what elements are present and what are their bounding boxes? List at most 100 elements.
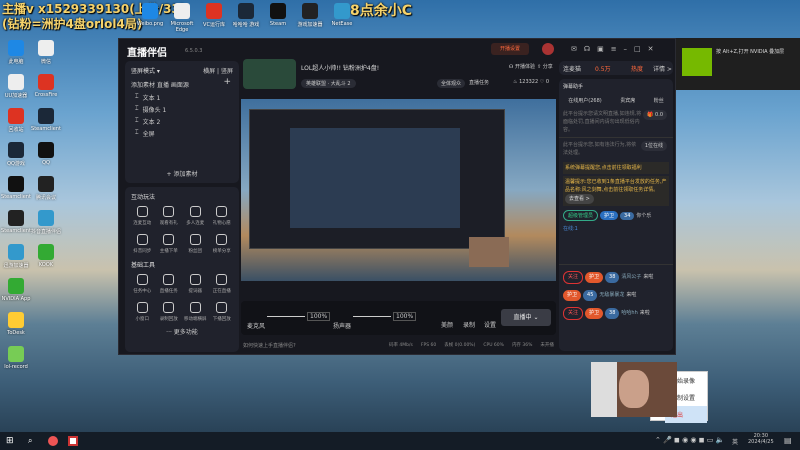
avatar[interactable]	[542, 43, 554, 55]
task-button[interactable]: 直播任务	[469, 79, 489, 86]
tab-landscape[interactable]: 横屏	[203, 68, 215, 75]
source-item[interactable]: ⌶ 摄像头 1	[135, 105, 231, 117]
desktop-icon[interactable]: 腾讯会议	[28, 176, 64, 201]
mic-slider[interactable]	[267, 316, 305, 317]
desktop-icon-label: NetEase	[331, 21, 353, 27]
desktop-icon[interactable]: QQ	[28, 142, 64, 166]
notice-view-button[interactable]: 去查看 >	[565, 194, 594, 204]
interact-item[interactable]: 多人连麦	[182, 206, 209, 226]
source-item[interactable]: ⌶ 全屏	[135, 129, 231, 141]
interact-item[interactable]: 抖音同步	[129, 234, 156, 254]
share-link[interactable]: ⇪ 分享	[537, 63, 553, 70]
settings-button[interactable]: 设置	[484, 320, 496, 329]
notice-1: 系统弹幕提醒您,点击前往领取福利	[563, 162, 669, 174]
tab-online-users[interactable]: 在线用户(268)	[568, 97, 601, 104]
desktop-icon[interactable]: lol-record	[0, 346, 34, 370]
interact-item[interactable]: 粉丝团	[182, 234, 209, 254]
tab-source[interactable]: 画面源	[171, 82, 189, 89]
audience-button[interactable]: 全体观众	[437, 79, 466, 88]
desktop-icon[interactable]: ToDesk	[0, 312, 34, 336]
live-status-button[interactable]: 直播中 ⌄	[501, 309, 551, 326]
tools-item[interactable]: 小窗口	[129, 302, 156, 322]
scene-mode[interactable]: 竖屏模式 ▾	[131, 66, 160, 75]
tools-item[interactable]: 正在直播	[209, 274, 236, 294]
chat-user[interactable]: 无敌暴暴龙	[599, 292, 624, 298]
interact-item[interactable]: 观看有礼	[156, 206, 183, 226]
tools-item[interactable]: 录制回放	[156, 302, 183, 322]
cover-thumbnail[interactable]	[243, 59, 296, 89]
source-item[interactable]: ⌶ 文本 2	[135, 117, 231, 129]
tool-label: 提词器	[188, 289, 203, 294]
nvidia-notification[interactable]: 按 Alt+Z,打开 NVIDIA 叠加层	[676, 38, 800, 90]
add-source-button[interactable]: + 添加素材	[125, 169, 239, 178]
more-functions-button[interactable]: ··· 更多功能	[125, 327, 239, 336]
window-controls[interactable]: ✉☊▣≡–□✕	[571, 45, 661, 53]
add-icon[interactable]: +	[223, 77, 231, 87]
speaker-volume[interactable]: 100%	[393, 312, 417, 321]
speaker-slider[interactable]	[353, 316, 391, 317]
scene-tabs[interactable]: 横屏 | 竖屏	[203, 66, 233, 75]
follow-tag[interactable]: 关注	[563, 307, 584, 320]
stream-title[interactable]: LOL超人小帅!! 钻粉洲护4盘!	[301, 63, 379, 72]
desktop-icon[interactable]: 微信	[28, 40, 64, 65]
feedback-link[interactable]: ☊ 开播体验	[509, 63, 535, 70]
desktop-icon-label: 微信	[40, 59, 51, 65]
desktop-icon[interactable]: VC运行库	[196, 3, 232, 28]
tools-item[interactable]: 下播回放	[209, 302, 236, 322]
taskbar-app-icon[interactable]	[48, 436, 58, 446]
interact-item[interactable]: 礼物心愿	[209, 206, 236, 226]
hot-count: ♨ 123322 ♡ 0	[513, 79, 550, 85]
notification-icon[interactable]: ▤	[784, 436, 792, 445]
app-icon	[8, 278, 24, 294]
search-icon[interactable]: ⌕	[28, 436, 32, 446]
tag-user[interactable]: 你个乐	[636, 213, 651, 219]
source-item[interactable]: ⌶ 文本 1	[135, 93, 231, 105]
desktop-icon[interactable]: Steamclient	[28, 108, 64, 132]
follow-tag[interactable]: 关注	[563, 271, 584, 284]
tools-item[interactable]: 直播任务	[156, 274, 183, 294]
desktop-icon[interactable]: 游戏加速器	[292, 3, 328, 28]
app-icon	[142, 3, 158, 19]
room-more[interactable]: 详情 >	[653, 64, 672, 73]
desktop-icon[interactable]: NetEase	[324, 3, 360, 27]
interact-item[interactable]: 连麦互动	[129, 206, 156, 226]
desktop-icon[interactable]: Microsoft Edge	[164, 3, 200, 33]
live-settings-button[interactable]: 开播设置	[491, 43, 529, 55]
tools-item[interactable]: 移动端横屏	[182, 302, 209, 322]
desktop-icon[interactable]: Steam	[260, 3, 296, 27]
desktop-icon[interactable]: 哈哈哈 游戏	[228, 3, 264, 28]
tool-label: 正在直播	[212, 289, 231, 294]
stream-preview[interactable]	[241, 99, 556, 281]
clock[interactable]: 20:30 2024/4/25	[748, 433, 774, 445]
chat-user[interactable]: 清风公子	[621, 274, 641, 280]
category[interactable]: 英雄联盟 · 大乱斗 2	[301, 79, 356, 88]
tools-item[interactable]: 任务中心	[129, 274, 156, 294]
tab-live[interactable]: 直播	[157, 82, 169, 89]
desktop-icon[interactable]: KOOK	[28, 244, 64, 268]
help-link[interactable]: 如何快速上手直播伴侣?	[243, 342, 296, 349]
scene-mode-label: 竖屏模式	[131, 68, 156, 75]
desktop-icon[interactable]: Weibo.png	[132, 3, 168, 27]
beauty-button[interactable]: 美颜	[441, 320, 453, 329]
desktop-icon[interactable]: NVIDIA App	[0, 278, 34, 302]
interact-item[interactable]: 榜单分享	[209, 234, 236, 254]
tools-item[interactable]: 提词器	[182, 274, 209, 294]
desktop-icon-label: VC运行库	[203, 22, 225, 28]
tab-fans[interactable]: 粉丝	[654, 97, 664, 104]
tab-portrait[interactable]: 竖屏	[221, 68, 233, 75]
tray-icons[interactable]: ⌃ 🎤 ◼ ◉ ◉ ◼ ▭ 🔈	[655, 436, 724, 444]
desktop-icon-label: 抖音直播伴侣	[30, 229, 61, 235]
desktop-icon[interactable]: 抖音直播伴侣	[28, 210, 64, 235]
desktop-icon[interactable]: CrossFire	[28, 74, 64, 98]
taskbar-app-icon-2[interactable]	[68, 436, 78, 446]
room-tab[interactable]: 连麦猫	[563, 64, 581, 73]
start-icon[interactable]: ⊞	[6, 436, 14, 446]
taskbar: ⊞ ⌕ ⌃ 🎤 ◼ ◉ ◉ ◼ ▭ 🔈 英 20:30 2024/4/25 ▤	[0, 432, 800, 450]
app-icon	[8, 244, 24, 260]
chat-user[interactable]: 哈哈hh	[621, 310, 637, 316]
interact-item[interactable]: 主播下单	[156, 234, 183, 254]
ime-indicator[interactable]: 英	[732, 437, 738, 446]
mic-volume[interactable]: 100%	[307, 312, 331, 321]
record-button[interactable]: 录制	[463, 320, 475, 329]
tab-vip[interactable]: 贵宾席	[620, 97, 635, 104]
